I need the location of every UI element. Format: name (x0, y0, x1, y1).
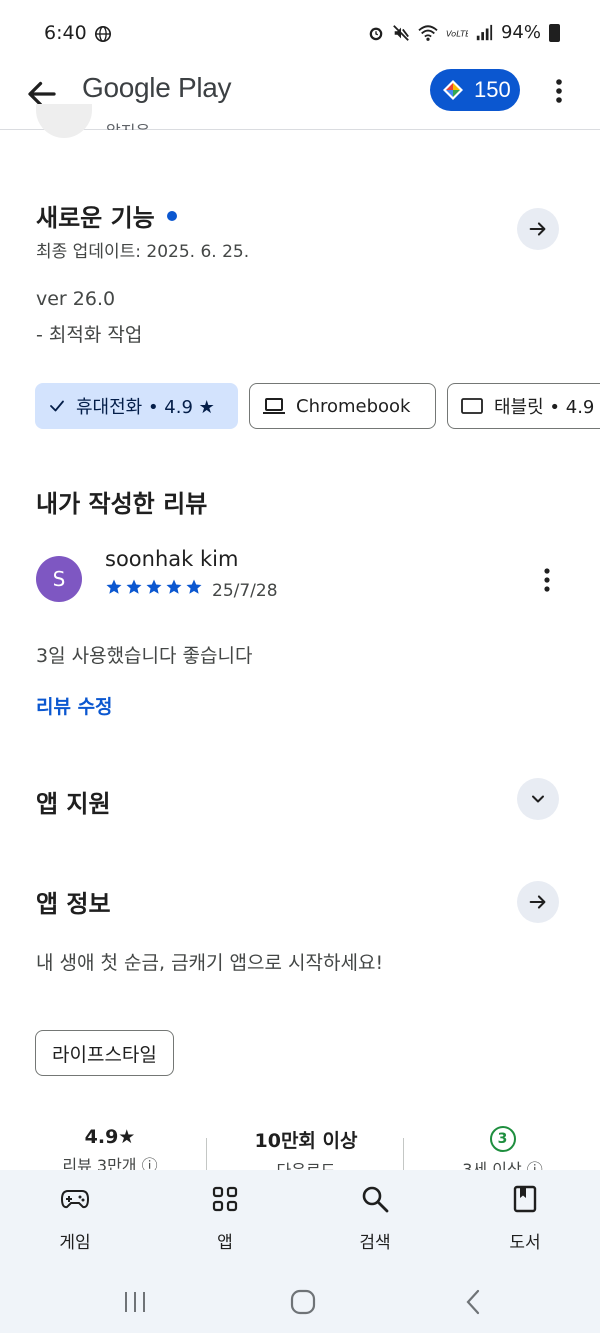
mute-icon (393, 24, 409, 41)
play-points-button[interactable]: 150 (430, 69, 520, 111)
apps-grid-icon (212, 1186, 238, 1212)
back-chevron-icon (466, 1289, 480, 1315)
battery-percent: 94% (500, 22, 541, 43)
nav-search[interactable]: 검색 (325, 1184, 425, 1253)
play-points-icon (443, 80, 463, 100)
search-icon (362, 1186, 389, 1213)
chip-chromebook-label: Chromebook (296, 395, 411, 417)
more-vert-icon[interactable] (547, 76, 571, 106)
stat-divider (403, 1138, 404, 1170)
star-icon (166, 579, 182, 594)
signal-icon (476, 24, 493, 40)
stat-rating-value: 4.9★ (84, 1126, 136, 1148)
battery-icon (549, 23, 560, 42)
wifi-icon (418, 24, 438, 41)
stat-age-label: 3세 이상 ⓘ (462, 1160, 543, 1170)
device-chips: 휴대전화 • 4.9 ★ Chromebook 태블릿 • 4.9 ★ (35, 383, 600, 431)
stat-downloads-label: 다운로드 (222, 1157, 390, 1170)
star-icon (126, 579, 142, 594)
previous-text-label: 알지음 (106, 122, 150, 130)
previous-avatar (36, 104, 92, 138)
version-text: ver 26.0 (36, 288, 116, 310)
chip-tablet[interactable]: 태블릿 • 4.9 ★ (447, 383, 600, 429)
back-button[interactable] (458, 1282, 488, 1322)
stat-downloads: 10만회 이상 다운로드 (222, 1126, 390, 1170)
chip-tablet-label: 태블릿 • 4.9 ★ (494, 397, 600, 418)
recent-apps-icon (125, 1292, 145, 1312)
status-time: 6:40 (44, 22, 87, 44)
last-updated: 최종 업데이트: 2025. 6. 25. (36, 242, 250, 262)
my-review-title: 내가 작성한 리뷰 (36, 490, 208, 518)
nav-apps-label: 앱 (217, 1233, 233, 1253)
whats-new-title-label: 새로운 기능 (36, 204, 155, 232)
chevron-down-icon (532, 795, 544, 803)
nav-apps[interactable]: 앱 (175, 1184, 275, 1253)
globe-icon (94, 25, 112, 43)
age-rating-badge: 3 (489, 1126, 516, 1152)
review-more-icon[interactable] (536, 566, 558, 594)
star-icon (186, 579, 202, 594)
points-count: 150 (474, 77, 511, 102)
home-icon (290, 1289, 316, 1315)
category-chip[interactable]: 라이프스타일 (35, 1030, 174, 1076)
reviewer-name: soonhak kim (105, 547, 239, 571)
stats-row: 4.9★ 리뷰 3만개 ⓘ 10만회 이상 다운로드 3 3세 이상 ⓘ (0, 1120, 600, 1170)
chip-phone[interactable]: 휴대전화 • 4.9 ★ (35, 383, 238, 429)
star-icon (146, 579, 162, 594)
whats-new-arrow-button[interactable] (517, 208, 559, 250)
avatar: S (36, 556, 82, 602)
nav-books[interactable]: 도서 (475, 1184, 575, 1253)
app-support-title: 앱 지원 (36, 790, 111, 818)
star-rating (105, 578, 203, 596)
alarm-icon (369, 27, 383, 40)
recent-apps-button[interactable] (120, 1282, 150, 1322)
check-icon (50, 400, 64, 412)
review-text: 3일 사용했습니다 좋습니다 (36, 645, 253, 667)
chip-chromebook[interactable]: Chromebook (249, 383, 436, 429)
stat-divider (206, 1138, 207, 1170)
nav-search-label: 검색 (359, 1233, 391, 1253)
app-info-arrow-button[interactable] (517, 881, 559, 923)
nav-games-label: 게임 (59, 1233, 91, 1253)
star-icon (106, 579, 122, 594)
whats-new-title: 새로운 기능 (36, 198, 177, 233)
app-info-title: 앱 정보 (36, 890, 111, 918)
svg-text:VoLTE: VoLTE (446, 28, 468, 38)
stat-rating-label: 리뷰 3만개 ⓘ (62, 1156, 158, 1170)
volte-icon: VoLTE (446, 28, 468, 38)
system-nav-bar (0, 1282, 600, 1322)
update-note: - 최적화 작업 (36, 324, 143, 346)
arrow-right-icon (529, 895, 546, 909)
chip-phone-label: 휴대전화 • 4.9 ★ (76, 397, 215, 418)
app-title: Google Play (82, 72, 232, 103)
arrow-right-icon (529, 222, 546, 236)
review-date: 25/7/28 (212, 581, 278, 601)
previous-text: 알지음 (106, 118, 150, 130)
app-support-expand-button[interactable] (517, 778, 559, 820)
nav-books-label: 도서 (509, 1233, 541, 1253)
bottom-nav: 게임 앱 검색 도서 (0, 1170, 600, 1333)
category-label: 라이프스타일 (52, 1043, 157, 1066)
laptop-icon (263, 398, 285, 414)
app-description: 내 생애 첫 순금, 금캐기 앱으로 시작하세요! (36, 952, 384, 974)
status-right: VoLTE 94% (367, 22, 560, 43)
new-indicator-dot (166, 211, 177, 221)
home-button[interactable] (288, 1282, 318, 1322)
gamepad-icon (60, 1190, 90, 1209)
stat-downloads-value: 10만회 이상 (254, 1130, 358, 1152)
stat-age: 3 3세 이상 ⓘ (420, 1126, 585, 1170)
book-icon (513, 1185, 537, 1213)
edit-review-link[interactable]: 리뷰 수정 (36, 692, 113, 719)
status-bar: 6:40 VoLTE (0, 0, 600, 66)
stat-rating: 4.9★ 리뷰 3만개 ⓘ (30, 1126, 190, 1170)
tablet-icon (461, 398, 483, 414)
nav-games[interactable]: 게임 (25, 1184, 125, 1253)
avatar-letter: S (52, 567, 66, 591)
